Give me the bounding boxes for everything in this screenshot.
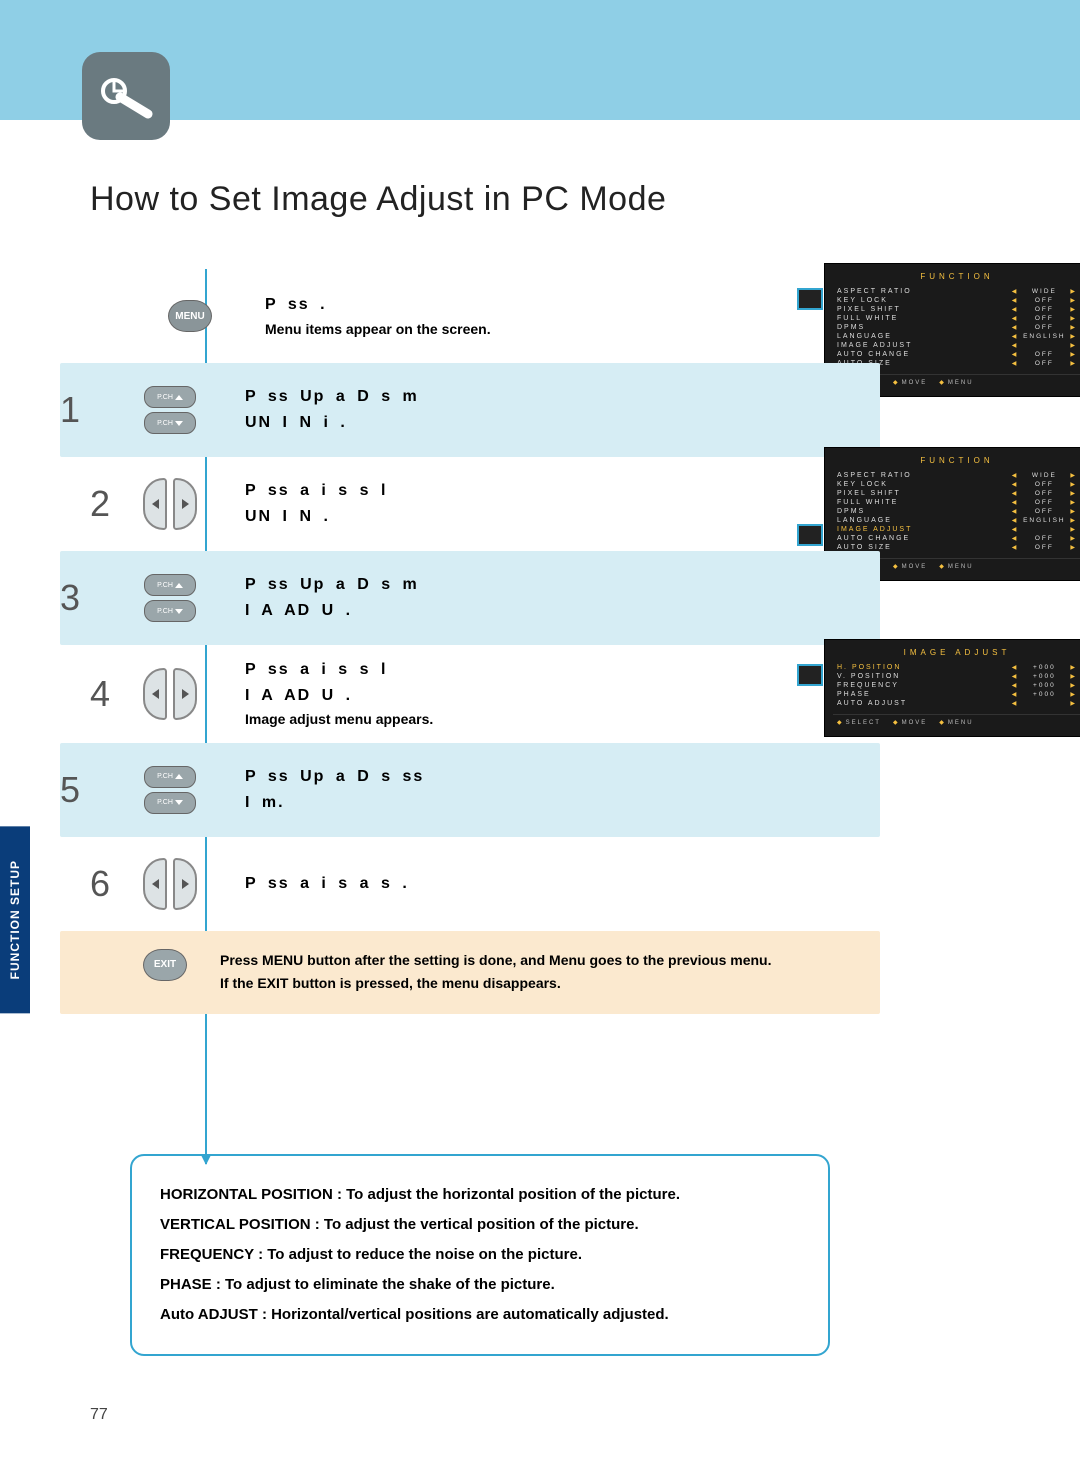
step-2: 2 P ss a i s s l UN I N . FUNCTIONASPECT… (90, 457, 1080, 551)
step-1: 1 P.CH P.CH P ss Up a D s m UN I N i . (60, 363, 880, 457)
page-title: How to Set Image Adjust in PC Mode (90, 180, 1080, 219)
info-freq: FREQUENCY : To adjust to reduce the nois… (160, 1240, 800, 1270)
exit-button-icon: EXIT (143, 949, 187, 981)
exit-note: EXIT Press MENU button after the setting… (60, 931, 880, 1015)
side-tab: FUNCTION SETUP (0, 826, 30, 1013)
wrench-icon (82, 52, 170, 140)
leftright-button-icon (143, 668, 197, 720)
info-phase: PHASE : To adjust to eliminate the shake… (160, 1270, 800, 1300)
updown-button-icon: P.CH P.CH (144, 386, 196, 434)
header-bar (0, 0, 1080, 120)
info-hpos: HORIZONTAL POSITION : To adjust the hori… (160, 1180, 800, 1210)
updown-button-icon: P.CH P.CH (144, 574, 196, 622)
step-6: 6 P ss a i s a s . (90, 837, 1080, 931)
info-vpos: VERTICAL POSITION : To adjust the vertic… (160, 1210, 800, 1240)
info-auto: Auto ADJUST : Horizontal/vertical positi… (160, 1300, 800, 1330)
step-menu: MENU P ss . Menu items appear on the scr… (90, 269, 1080, 363)
updown-button-icon: P.CH P.CH (144, 766, 196, 814)
page-number: 77 (90, 1406, 1080, 1424)
leftright-button-icon (143, 478, 197, 530)
step-4: 4 P ss a i s s l I A AD U . Image adjust… (90, 645, 1080, 743)
step-3: 3 P.CH P.CH P ss Up a D s m I A AD U . (60, 551, 880, 645)
step0-line1: P ss . (265, 296, 327, 313)
osd-image-adjust: IMAGE ADJUSTH. POSITION◀+000▶V. POSITION… (824, 639, 1080, 737)
exit-line1: Press MENU button after the setting is d… (220, 949, 772, 973)
step0-note: Menu items appear on the screen. (265, 318, 491, 340)
step-5: 5 P.CH P.CH P ss Up a D s ss I m. (60, 743, 880, 837)
leftright-button-icon (143, 858, 197, 910)
info-box: HORIZONTAL POSITION : To adjust the hori… (130, 1154, 830, 1356)
menu-button-icon: MENU (168, 300, 212, 332)
exit-line2: If the EXIT button is pressed, the menu … (220, 972, 772, 996)
